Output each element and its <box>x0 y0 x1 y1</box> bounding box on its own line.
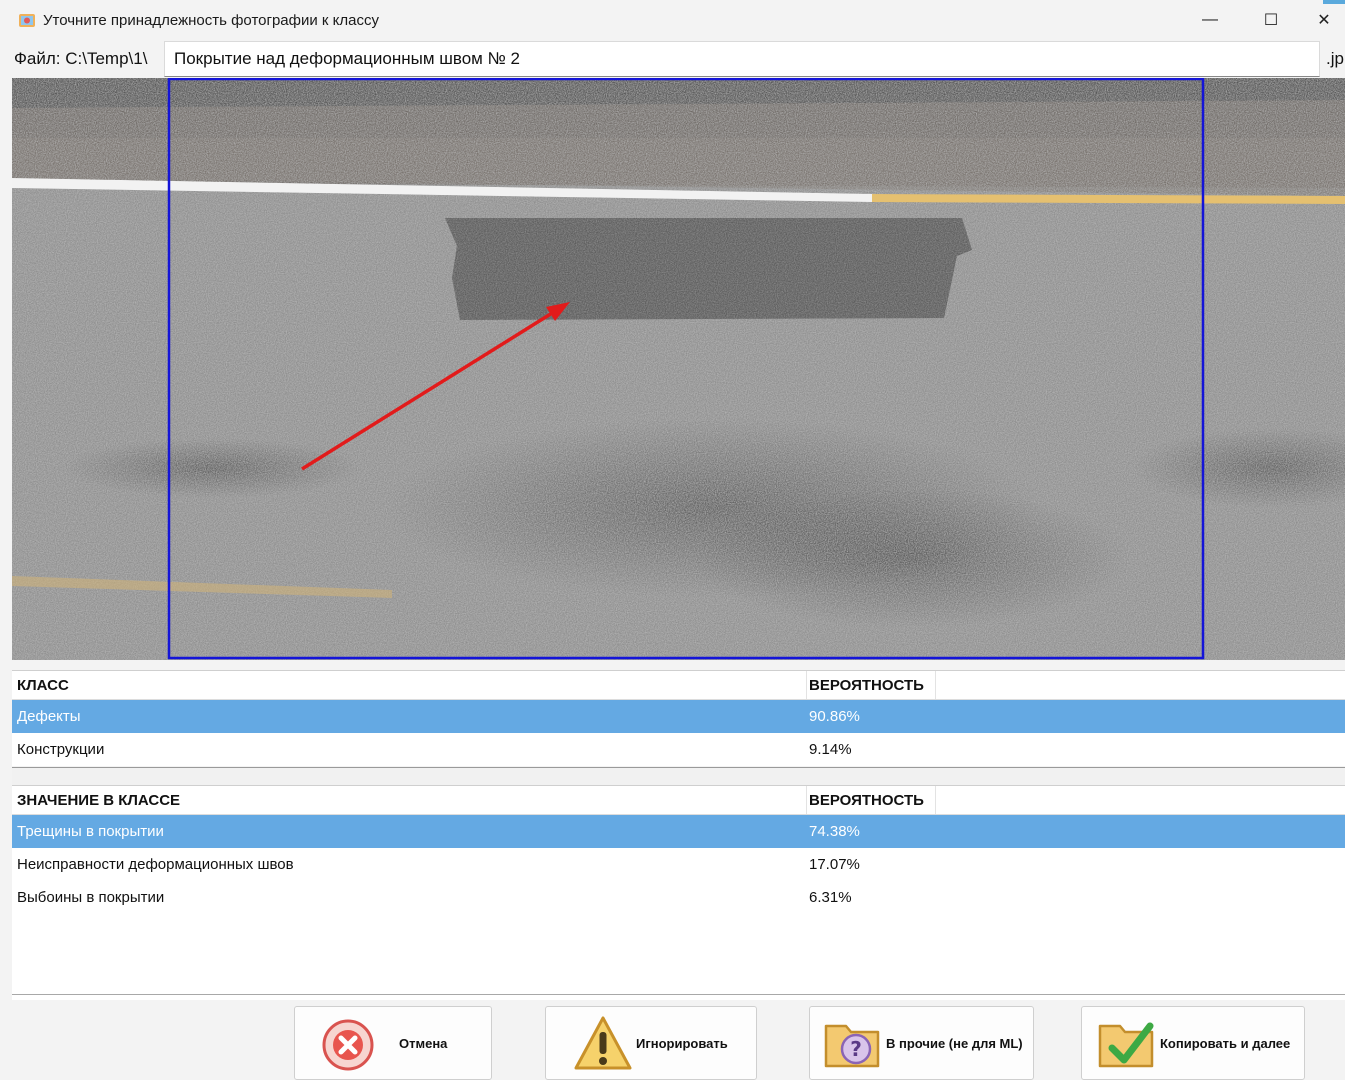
app-icon <box>19 14 35 27</box>
copy-and-next-button-label: Копировать и далее <box>1160 1035 1291 1051</box>
footer-separator <box>12 994 1345 995</box>
maximize-icon: ☐ <box>1263 12 1279 29</box>
cancel-x-icon <box>322 1019 374 1071</box>
value-table-header: ЗНАЧЕНИЕ В КЛАССЕ ВЕРОЯТНОСТЬ <box>12 785 1345 815</box>
table-row[interactable]: Неисправности деформационных швов 17.07% <box>12 848 1345 881</box>
class-name-cell: Дефекты <box>17 708 81 725</box>
question-folder-icon: ? <box>824 1024 880 1068</box>
value-table: ЗНАЧЕНИЕ В КЛАССЕ ВЕРОЯТНОСТЬ Трещины в … <box>12 785 1345 1000</box>
class-table: КЛАСС ВЕРОЯТНОСТЬ Дефекты 90.86% Констру… <box>12 670 1345 766</box>
warning-icon <box>574 1016 632 1070</box>
move-to-other-button-label: В прочие (не для ML) <box>886 1035 1023 1051</box>
photo-preview <box>12 78 1345 660</box>
class-table-header: КЛАСС ВЕРОЯТНОСТЬ <box>12 670 1345 700</box>
file-bar: Файл: C:\Temp\1\ .jp <box>0 40 1345 78</box>
table-row[interactable]: Выбоины в покрытии 6.31% <box>12 881 1345 914</box>
minimize-button[interactable]: — <box>1180 0 1240 40</box>
checkmark-folder-icon <box>1098 1022 1154 1068</box>
class-column-header[interactable]: КЛАСС <box>17 677 69 694</box>
copy-and-next-button[interactable]: Копировать и далее <box>1081 1006 1305 1080</box>
value-column-header[interactable]: ЗНАЧЕНИЕ В КЛАССЕ <box>17 792 180 809</box>
value-probability-cell: 6.31% <box>809 889 852 906</box>
value-name-cell: Трещины в покрытии <box>17 823 164 840</box>
table-row[interactable]: Трещины в покрытии 74.38% <box>12 815 1345 848</box>
ignore-button[interactable]: Игнорировать <box>545 1006 757 1080</box>
move-to-other-button[interactable]: ? В прочие (не для ML) <box>809 1006 1034 1080</box>
ignore-button-label: Игнорировать <box>636 1035 728 1051</box>
table-divider <box>12 767 1345 785</box>
title-bar: Уточните принадлежность фотографии к кла… <box>0 0 1345 40</box>
value-table-empty-area <box>12 914 1345 1000</box>
minimize-icon: — <box>1202 11 1218 28</box>
file-name-input[interactable] <box>164 41 1320 77</box>
corner-accent <box>1323 0 1345 4</box>
window-title: Уточните принадлежность фотографии к кла… <box>43 12 379 29</box>
class-name-cell: Конструкции <box>17 741 105 758</box>
close-icon: ✕ <box>1317 12 1331 29</box>
probability-column-header[interactable]: ВЕРОЯТНОСТЬ <box>809 677 924 694</box>
class-probability-cell: 9.14% <box>809 741 852 758</box>
file-extension-label: .jp <box>1326 49 1344 68</box>
value-name-cell: Неисправности деформационных швов <box>17 856 294 873</box>
file-path-label: Файл: C:\Temp\1\ <box>14 49 148 68</box>
close-button[interactable]: ✕ <box>1303 0 1345 40</box>
probability-column-header[interactable]: ВЕРОЯТНОСТЬ <box>809 792 924 809</box>
class-probability-cell: 90.86% <box>809 708 860 725</box>
cancel-button[interactable]: Отмена <box>294 1006 492 1080</box>
value-probability-cell: 74.38% <box>809 823 860 840</box>
table-row[interactable]: Дефекты 90.86% <box>12 700 1345 733</box>
value-probability-cell: 17.07% <box>809 856 860 873</box>
value-name-cell: Выбоины в покрытии <box>17 889 165 906</box>
cancel-button-label: Отмена <box>399 1035 448 1051</box>
svg-text:?: ? <box>850 1037 862 1061</box>
maximize-button[interactable]: ☐ <box>1241 0 1301 40</box>
table-row[interactable]: Конструкции 9.14% <box>12 733 1345 766</box>
